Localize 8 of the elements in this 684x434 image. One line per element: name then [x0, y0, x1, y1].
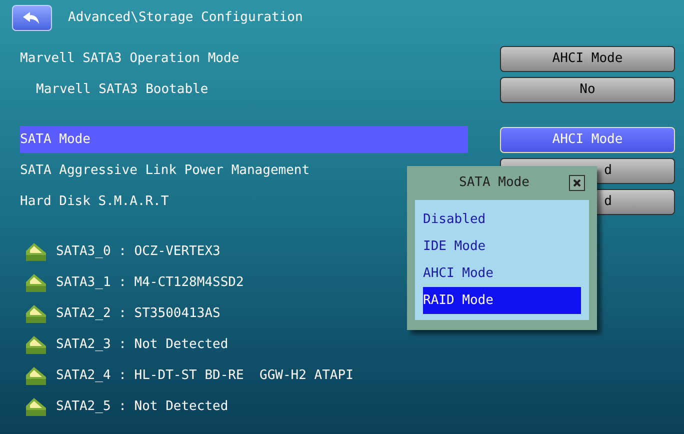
device-entry: SATA3_0 : OCZ-VERTEX3	[56, 242, 220, 261]
device-entry: SATA3_1 : M4-CT128M4SSD2	[56, 274, 244, 292]
page-title: Advanced\Storage Configuration	[68, 8, 303, 27]
device-entry: SATA2_5 : Not Detected	[56, 398, 228, 416]
device-entry: SATA2_3 : Not Detected	[56, 336, 228, 354]
device-entry: SATA2_4 : HL-DT-ST BD-RE GGW-H2 ATAPI	[56, 366, 354, 385]
popup-title: SATA Mode	[459, 174, 530, 192]
device-entry: SATA2_2 : ST3500413AS	[56, 304, 220, 323]
